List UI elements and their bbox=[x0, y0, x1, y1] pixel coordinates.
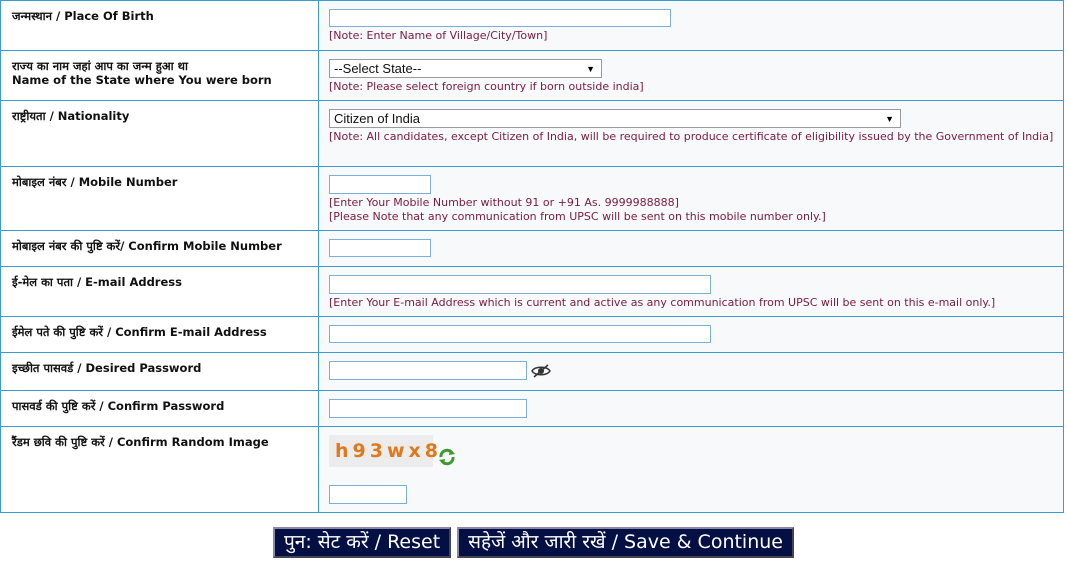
label-confirm-mobile: मोबाइल नंबर की पुष्टि करें/ Confirm Mobi… bbox=[0, 230, 319, 267]
nationality-select-value: Citizen of India bbox=[334, 111, 420, 126]
row-password: इच्छीत पासवर्ड / Desired Password bbox=[0, 352, 1064, 391]
label-mobile: मोबाइल नंबर / Mobile Number bbox=[0, 166, 319, 231]
mobile-note-communication: [Please Note that any communication from… bbox=[329, 210, 826, 223]
mobile-number-input[interactable] bbox=[329, 175, 431, 194]
email-note: [Enter Your E-mail Address which is curr… bbox=[329, 296, 996, 309]
password-input[interactable] bbox=[329, 361, 527, 380]
label-nationality: राष्ट्रीयता / Nationality bbox=[0, 100, 319, 167]
confirm-password-input[interactable] bbox=[329, 399, 527, 418]
row-email: ई-मेल का पता / E-mail Address [Enter You… bbox=[0, 266, 1064, 317]
row-confirm-mobile: मोबाइल नंबर की पुष्टि करें/ Confirm Mobi… bbox=[0, 230, 1064, 267]
save-continue-button[interactable]: सहेजें और जारी रखें / Save & Continue bbox=[457, 527, 794, 558]
label-confirm-email: ईमेल पते की पुष्टि करें / Confirm E-mail… bbox=[0, 316, 319, 353]
state-born-note: [Note: Please select foreign country if … bbox=[329, 80, 644, 93]
row-captcha: रैंडम छवि की पुष्टि करें / Confirm Rando… bbox=[0, 426, 1064, 513]
confirm-mobile-input[interactable] bbox=[329, 239, 431, 257]
dropdown-arrow-icon: ▼ bbox=[885, 114, 894, 124]
form-button-bar: पुन: सेट करें / Reset सहेजें और जारी रखे… bbox=[0, 527, 1067, 558]
eye-slash-icon[interactable] bbox=[531, 363, 551, 379]
state-select[interactable]: --Select State-- ▼ bbox=[329, 59, 602, 78]
row-mobile: मोबाइल नंबर / Mobile Number [Enter Your … bbox=[0, 166, 1064, 231]
label-place-of-birth: जन्मस्थान / Place Of Birth bbox=[0, 0, 319, 51]
label-password: इच्छीत पासवर्ड / Desired Password bbox=[0, 352, 319, 391]
row-nationality: राष्ट्रीयता / Nationality Citizen of Ind… bbox=[0, 100, 1064, 167]
email-input[interactable] bbox=[329, 275, 711, 294]
nationality-note: [Note: All candidates, except Citizen of… bbox=[329, 130, 1054, 143]
label-state-born-english: Name of the State where You were born bbox=[12, 73, 272, 87]
label-state-born-hindi: राज्य का नाम जहां आप का जन्म हुआ था bbox=[12, 59, 188, 73]
label-state-born: राज्य का नाम जहां आप का जन्म हुआ था Name… bbox=[0, 50, 319, 101]
dropdown-arrow-icon: ▼ bbox=[586, 64, 595, 74]
registration-form-table: जन्मस्थान / Place Of Birth [Note: Enter … bbox=[0, 0, 1064, 513]
row-state-born: राज्य का नाम जहां आप का जन्म हुआ था Name… bbox=[0, 50, 1064, 101]
label-captcha: रैंडम छवि की पुष्टि करें / Confirm Rando… bbox=[0, 426, 319, 513]
row-confirm-password: पासवर्ड की पुष्टि करें / Confirm Passwor… bbox=[0, 390, 1064, 427]
label-email: ई-मेल का पता / E-mail Address bbox=[0, 266, 319, 317]
mobile-note-format: [Enter Your Mobile Number without 91 or … bbox=[329, 196, 679, 209]
captcha-image: h93wx8 bbox=[329, 435, 438, 467]
label-confirm-password: पासवर्ड की पुष्टि करें / Confirm Passwor… bbox=[0, 390, 319, 427]
row-confirm-email: ईमेल पते की पुष्टि करें / Confirm E-mail… bbox=[0, 316, 1064, 353]
reset-button[interactable]: पुन: सेट करें / Reset bbox=[272, 527, 452, 558]
nationality-select[interactable]: Citizen of India ▼ bbox=[329, 109, 901, 128]
captcha-input[interactable] bbox=[329, 485, 407, 504]
refresh-icon[interactable] bbox=[437, 447, 457, 467]
state-select-value: --Select State-- bbox=[334, 61, 422, 76]
place-of-birth-input[interactable] bbox=[329, 9, 671, 27]
row-place-of-birth: जन्मस्थान / Place Of Birth [Note: Enter … bbox=[0, 0, 1064, 51]
confirm-email-input[interactable] bbox=[329, 325, 711, 343]
place-of-birth-note: [Note: Enter Name of Village/City/Town] bbox=[329, 29, 548, 42]
